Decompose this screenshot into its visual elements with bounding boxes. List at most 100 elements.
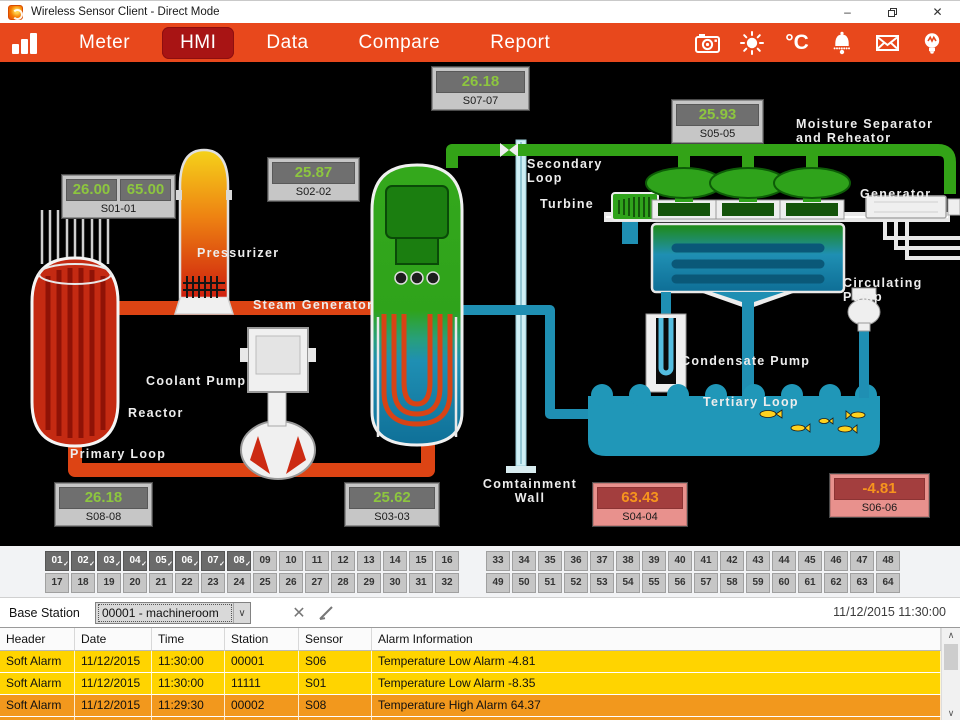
- sensor-S07-07[interactable]: 26.18S07-07: [432, 67, 529, 110]
- channel-button-56[interactable]: 56: [668, 573, 692, 593]
- channel-button-53[interactable]: 53: [590, 573, 614, 593]
- channel-button-12[interactable]: 12: [331, 551, 355, 571]
- menu-report[interactable]: Report: [472, 27, 568, 59]
- channel-button-25[interactable]: 25: [253, 573, 277, 593]
- channel-button-34[interactable]: 34: [512, 551, 536, 571]
- channel-button-17[interactable]: 17: [45, 573, 69, 593]
- base-station-dropdown[interactable]: 00001 - machineroom ∨: [95, 602, 251, 624]
- channel-button-31[interactable]: 31: [409, 573, 433, 593]
- channel-button-23[interactable]: 23: [201, 573, 225, 593]
- channel-button-14[interactable]: 14: [383, 551, 407, 571]
- channel-button-54[interactable]: 54: [616, 573, 640, 593]
- sensor-S06-06[interactable]: -4.81S06-06: [830, 474, 929, 517]
- menu-data[interactable]: Data: [248, 27, 326, 59]
- sensor-S04-04[interactable]: 63.43S04-04: [593, 483, 687, 526]
- diagram-label: Moisture Separator and Reheator: [796, 117, 933, 146]
- alarm-cell-date: 11/12/2015: [75, 695, 152, 717]
- sensor-S05-05[interactable]: 25.93S05-05: [672, 100, 763, 143]
- channel-button-51[interactable]: 51: [538, 573, 562, 593]
- channel-button-18[interactable]: 18: [71, 573, 95, 593]
- channel-button-49[interactable]: 49: [486, 573, 510, 593]
- channel-button-64[interactable]: 64: [876, 573, 900, 593]
- channel-button-57[interactable]: 57: [694, 573, 718, 593]
- channel-button-50[interactable]: 50: [512, 573, 536, 593]
- channel-button-06[interactable]: 06✓: [175, 551, 199, 571]
- delete-icon[interactable]: ✕: [288, 603, 310, 623]
- channel-button-55[interactable]: 55: [642, 573, 666, 593]
- channel-button-24[interactable]: 24: [227, 573, 251, 593]
- channel-button-28[interactable]: 28: [331, 573, 355, 593]
- channel-button-38[interactable]: 38: [616, 551, 640, 571]
- camera-icon[interactable]: [693, 29, 721, 57]
- channel-button-39[interactable]: 39: [642, 551, 666, 571]
- channel-button-40[interactable]: 40: [668, 551, 692, 571]
- channel-button-01[interactable]: 01✓: [45, 551, 69, 571]
- channel-button-11[interactable]: 11: [305, 551, 329, 571]
- channel-button-07[interactable]: 07✓: [201, 551, 225, 571]
- channel-button-02[interactable]: 02✓: [71, 551, 95, 571]
- channel-button-08[interactable]: 08✓: [227, 551, 251, 571]
- channel-button-13[interactable]: 13: [357, 551, 381, 571]
- mail-icon[interactable]: [873, 29, 901, 57]
- window-title: Wireless Sensor Client - Direct Mode: [31, 6, 220, 18]
- channel-button-16[interactable]: 16: [435, 551, 459, 571]
- celsius-icon[interactable]: °C: [783, 29, 811, 57]
- channel-button-43[interactable]: 43: [746, 551, 770, 571]
- menu-meter[interactable]: Meter: [61, 27, 148, 59]
- channel-button-61[interactable]: 61: [798, 573, 822, 593]
- channel-button-05[interactable]: 05✓: [149, 551, 173, 571]
- sensor-S01-01[interactable]: 26.0065.00S01-01: [62, 175, 175, 218]
- lamp-icon[interactable]: [918, 29, 946, 57]
- channel-button-32[interactable]: 32: [435, 573, 459, 593]
- scroll-down-icon[interactable]: ∨: [942, 706, 960, 720]
- channel-button-48[interactable]: 48: [876, 551, 900, 571]
- menu-hmi[interactable]: HMI: [162, 27, 234, 59]
- sensor-S03-03[interactable]: 25.62S03-03: [345, 483, 439, 526]
- channel-button-10[interactable]: 10: [279, 551, 303, 571]
- minimize-button[interactable]: –: [825, 1, 870, 23]
- channel-button-04[interactable]: 04✓: [123, 551, 147, 571]
- channel-button-29[interactable]: 29: [357, 573, 381, 593]
- edit-pencil-icon[interactable]: [316, 604, 338, 627]
- channel-button-35[interactable]: 35: [538, 551, 562, 571]
- channel-button-44[interactable]: 44: [772, 551, 796, 571]
- channel-button-33[interactable]: 33: [486, 551, 510, 571]
- channel-button-09[interactable]: 09: [253, 551, 277, 571]
- restore-button[interactable]: [870, 1, 915, 23]
- channel-button-59[interactable]: 59: [746, 573, 770, 593]
- channel-button-20[interactable]: 20: [123, 573, 147, 593]
- channel-button-45[interactable]: 45: [798, 551, 822, 571]
- channel-button-03[interactable]: 03✓: [97, 551, 121, 571]
- channel-button-30[interactable]: 30: [383, 573, 407, 593]
- channel-button-63[interactable]: 63: [850, 573, 874, 593]
- channel-button-62[interactable]: 62: [824, 573, 848, 593]
- channel-button-19[interactable]: 19: [97, 573, 121, 593]
- channel-button-52[interactable]: 52: [564, 573, 588, 593]
- alarm-row[interactable]: Soft Alarm11/12/201511:29:3000002S08Temp…: [0, 695, 941, 717]
- channel-button-60[interactable]: 60: [772, 573, 796, 593]
- close-button[interactable]: ✕: [915, 1, 960, 23]
- sensor-S08-08[interactable]: 26.18S08-08: [55, 483, 152, 526]
- alarm-row[interactable]: Soft Alarm11/12/201511:30:0000001S06Temp…: [0, 651, 941, 673]
- scroll-up-icon[interactable]: ∧: [942, 628, 960, 642]
- channel-button-42[interactable]: 42: [720, 551, 744, 571]
- alarm-row[interactable]: Soft Alarm11/12/201511:30:0011111S01Temp…: [0, 673, 941, 695]
- channel-button-41[interactable]: 41: [694, 551, 718, 571]
- scroll-thumb[interactable]: [944, 644, 958, 670]
- channel-button-26[interactable]: 26: [279, 573, 303, 593]
- channel-button-58[interactable]: 58: [720, 573, 744, 593]
- channel-button-36[interactable]: 36: [564, 551, 588, 571]
- channel-button-22[interactable]: 22: [175, 573, 199, 593]
- channel-button-27[interactable]: 27: [305, 573, 329, 593]
- channel-button-15[interactable]: 15: [409, 551, 433, 571]
- channel-button-37[interactable]: 37: [590, 551, 614, 571]
- alarm-bell-icon[interactable]: [828, 29, 856, 57]
- sensor-label: S03-03: [349, 509, 435, 524]
- brightness-icon[interactable]: [738, 29, 766, 57]
- channel-button-21[interactable]: 21: [149, 573, 173, 593]
- sensor-S02-02[interactable]: 25.87S02-02: [268, 158, 359, 201]
- channel-button-46[interactable]: 46: [824, 551, 848, 571]
- table-scrollbar[interactable]: ∧ ∨: [941, 628, 960, 720]
- channel-button-47[interactable]: 47: [850, 551, 874, 571]
- menu-compare[interactable]: Compare: [341, 27, 459, 59]
